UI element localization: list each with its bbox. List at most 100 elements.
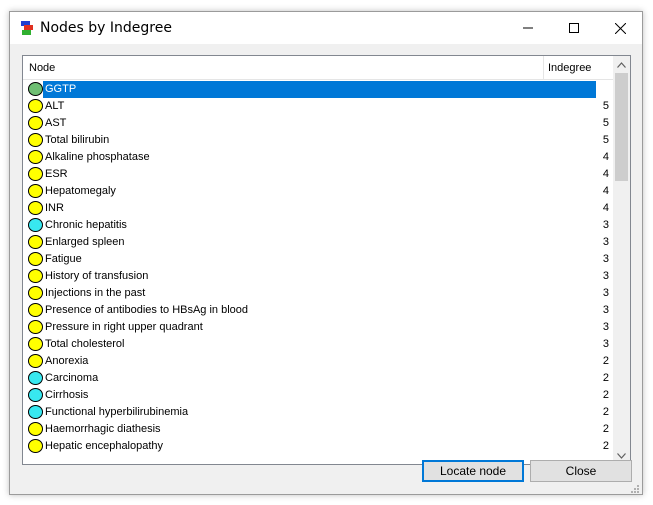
node-name: ALT: [45, 100, 65, 112]
scrollbar-thumb[interactable]: [615, 73, 628, 181]
app-icon: [21, 21, 33, 35]
node-status-icon: [28, 439, 43, 453]
chevron-down-icon: [617, 452, 626, 459]
node-status-icon: [28, 184, 43, 198]
node-status-icon: [28, 303, 43, 317]
scroll-up-button[interactable]: [613, 56, 630, 73]
node-name: Enlarged spleen: [45, 236, 125, 248]
node-name: Hepatomegaly: [45, 185, 116, 197]
node-name: Injections in the past: [45, 287, 146, 299]
list-item[interactable]: Total cholesterol 3: [23, 336, 613, 353]
list-item[interactable]: INR 4: [23, 200, 613, 217]
list-item[interactable]: History of transfusion 3: [23, 268, 613, 285]
list-item[interactable]: Functional hyperbilirubinemia 2: [23, 404, 613, 421]
maximize-button[interactable]: [551, 12, 597, 44]
node-indegree: 4: [602, 202, 609, 214]
node-name: Anorexia: [45, 355, 89, 367]
list-item[interactable]: Injections in the past 3: [23, 285, 613, 302]
node-name: Total bilirubin: [45, 134, 110, 146]
node-name: Functional hyperbilirubinemia: [45, 406, 189, 418]
node-name: Alkaline phosphatase: [45, 151, 150, 163]
list-item[interactable]: Alkaline phosphatase 4: [23, 149, 613, 166]
node-status-icon: [28, 167, 43, 181]
node-list[interactable]: Node Indegree GGTP 6 ALT 5 AST 5 Total bilirub…: [22, 55, 631, 465]
node-name: INR: [45, 202, 64, 214]
close-button[interactable]: Close: [530, 460, 632, 482]
node-indegree: 3: [602, 321, 609, 333]
node-name: Pressure in right upper quadrant: [45, 321, 203, 333]
node-status-icon: [28, 133, 43, 147]
minimize-button[interactable]: [505, 12, 551, 44]
list-item[interactable]: Pressure in right upper quadrant 3: [23, 319, 613, 336]
list-item[interactable]: ESR 4: [23, 166, 613, 183]
list-item[interactable]: Hepatic encephalopathy 2: [23, 438, 613, 455]
node-indegree: 3: [602, 253, 609, 265]
list-item[interactable]: Enlarged spleen 3: [23, 234, 613, 251]
node-indegree: 2: [602, 372, 609, 384]
node-name: ESR: [45, 168, 68, 180]
node-status-icon: [28, 405, 43, 419]
minimize-icon: [523, 27, 533, 29]
list-item[interactable]: Hepatomegaly 4: [23, 183, 613, 200]
node-name: GGTP: [45, 83, 77, 95]
list-rows: GGTP 6 ALT 5 AST 5 Total bilirubin 5 Alkaline ph…: [23, 81, 613, 455]
node-status-icon: [28, 116, 43, 130]
node-status-icon: [28, 252, 43, 266]
node-indegree: 2: [602, 355, 609, 367]
node-name: Haemorrhagic diathesis: [45, 423, 161, 435]
window-title: Nodes by Indegree: [40, 20, 172, 36]
list-item[interactable]: Total bilirubin 5: [23, 132, 613, 149]
resize-grip-icon[interactable]: [628, 482, 640, 494]
close-window-button[interactable]: [597, 12, 643, 44]
node-indegree: 3: [602, 338, 609, 350]
node-name: Chronic hepatitis: [45, 219, 127, 231]
list-item[interactable]: GGTP 6: [23, 81, 613, 98]
list-item[interactable]: Anorexia 2: [23, 353, 613, 370]
node-name: AST: [45, 117, 67, 129]
node-indegree: 2: [602, 389, 609, 401]
node-status-icon: [28, 82, 43, 96]
node-name: History of transfusion: [45, 270, 149, 282]
column-separator[interactable]: [543, 56, 544, 80]
node-status-icon: [28, 218, 43, 232]
node-status-icon: [28, 99, 43, 113]
list-item[interactable]: Fatigue 3: [23, 251, 613, 268]
node-indegree: 5: [602, 134, 609, 146]
title-bar[interactable]: Nodes by Indegree: [10, 12, 642, 44]
node-status-icon: [28, 388, 43, 402]
list-item[interactable]: Haemorrhagic diathesis 2: [23, 421, 613, 438]
node-name: Cirrhosis: [45, 389, 89, 401]
node-status-icon: [28, 354, 43, 368]
maximize-icon: [569, 23, 579, 33]
node-indegree: 4: [602, 168, 609, 180]
node-status-icon: [28, 371, 43, 385]
chevron-up-icon: [617, 61, 626, 68]
list-item[interactable]: Carcinoma 2: [23, 370, 613, 387]
node-name: Total cholesterol: [45, 338, 125, 350]
list-item[interactable]: ALT 5: [23, 98, 613, 115]
list-item[interactable]: AST 5: [23, 115, 613, 132]
node-indegree: 3: [602, 304, 609, 316]
list-header: Node Indegree: [23, 56, 613, 80]
node-indegree: 3: [602, 219, 609, 231]
nodes-by-indegree-window: Nodes by Indegree Node Indegree GGTP 6 ALT…: [9, 11, 643, 495]
node-indegree: 5: [602, 100, 609, 112]
node-status-icon: [28, 320, 43, 334]
node-indegree: 3: [602, 270, 609, 282]
list-item[interactable]: Chronic hepatitis 3: [23, 217, 613, 234]
list-item[interactable]: Cirrhosis 2: [23, 387, 613, 404]
node-status-icon: [28, 150, 43, 164]
vertical-scrollbar[interactable]: [613, 56, 630, 464]
close-icon: [614, 22, 626, 34]
locate-node-button[interactable]: Locate node: [422, 460, 524, 482]
column-header-indegree[interactable]: Indegree: [548, 62, 591, 74]
list-item[interactable]: Presence of antibodies to HBsAg in blood…: [23, 302, 613, 319]
node-name: Fatigue: [45, 253, 82, 265]
node-indegree: 4: [602, 185, 609, 197]
node-name: Carcinoma: [45, 372, 99, 384]
node-indegree: 6: [602, 83, 609, 95]
column-header-node[interactable]: Node: [29, 62, 55, 74]
node-name: Hepatic encephalopathy: [45, 440, 164, 452]
node-indegree: 5: [602, 117, 609, 129]
node-indegree: 2: [602, 406, 609, 418]
